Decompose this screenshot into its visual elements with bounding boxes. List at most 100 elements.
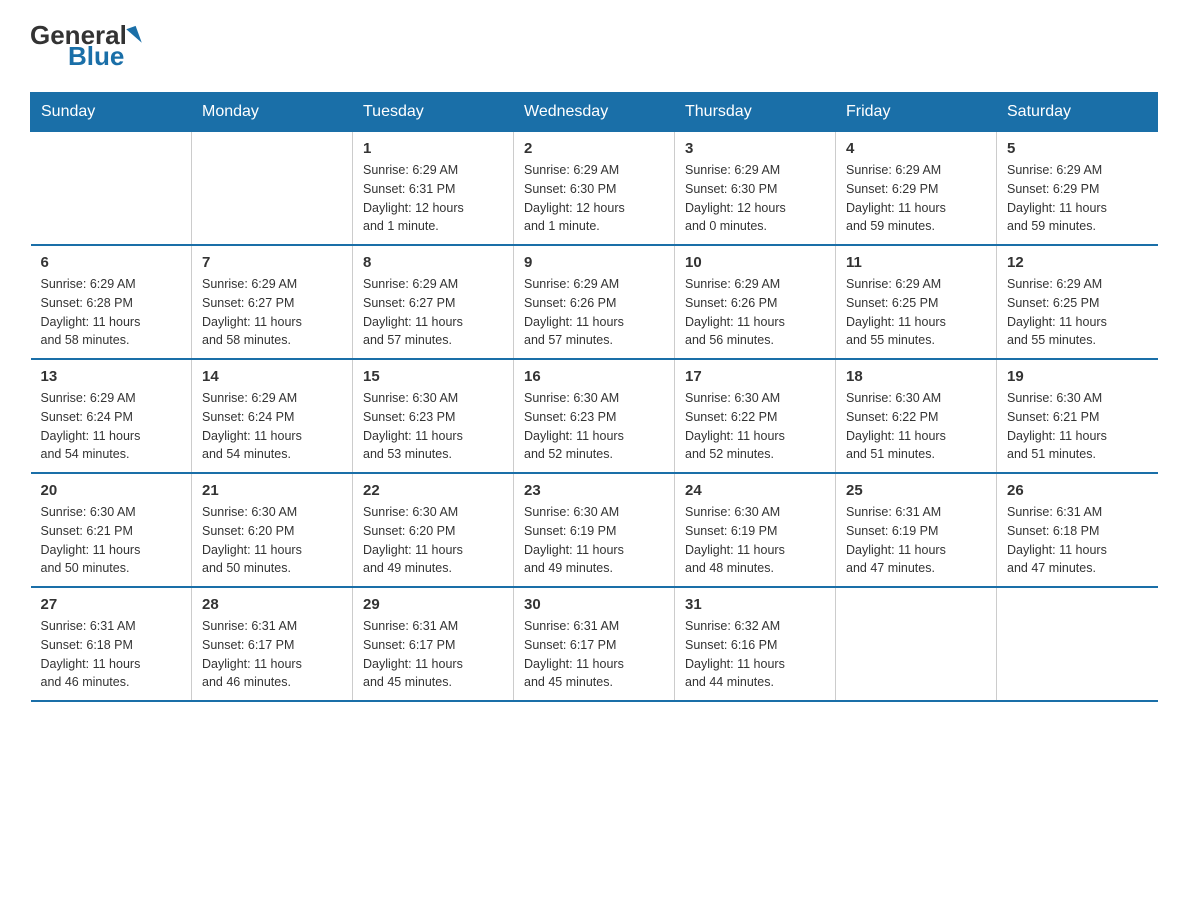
day-info: Sunrise: 6:29 AMSunset: 6:29 PMDaylight:… bbox=[1007, 161, 1148, 236]
day-number: 1 bbox=[363, 140, 503, 157]
day-number: 21 bbox=[202, 482, 342, 499]
day-info: Sunrise: 6:29 AMSunset: 6:27 PMDaylight:… bbox=[363, 275, 503, 350]
weekday-header-thursday: Thursday bbox=[675, 93, 836, 132]
day-number: 31 bbox=[685, 596, 825, 613]
calendar-cell: 27Sunrise: 6:31 AMSunset: 6:18 PMDayligh… bbox=[31, 587, 192, 701]
day-number: 26 bbox=[1007, 482, 1148, 499]
day-info: Sunrise: 6:29 AMSunset: 6:26 PMDaylight:… bbox=[685, 275, 825, 350]
day-info: Sunrise: 6:29 AMSunset: 6:24 PMDaylight:… bbox=[202, 389, 342, 464]
calendar-cell: 7 Sunrise: 6:29 AMSunset: 6:27 PMDaylight… bbox=[192, 245, 353, 359]
calendar-cell: 2Sunrise: 6:29 AMSunset: 6:30 PMDaylight… bbox=[514, 132, 675, 246]
day-info: Sunrise: 6:29 AMSunset: 6:30 PMDaylight:… bbox=[685, 161, 825, 236]
day-info: Sunrise: 6:29 AMSunset: 6:25 PMDaylight:… bbox=[1007, 275, 1148, 350]
weekday-header-wednesday: Wednesday bbox=[514, 93, 675, 132]
day-number: 13 bbox=[41, 368, 182, 385]
day-number: 24 bbox=[685, 482, 825, 499]
calendar-cell: 29 Sunrise: 6:31 AMSunset: 6:17 PMDayligh… bbox=[353, 587, 514, 701]
weekday-row: SundayMondayTuesdayWednesdayThursdayFrid… bbox=[31, 93, 1158, 132]
calendar-cell: 28 Sunrise: 6:31 AMSunset: 6:17 PMDayligh… bbox=[192, 587, 353, 701]
day-info: Sunrise: 6:30 AMSunset: 6:19 PMDaylight:… bbox=[685, 503, 825, 578]
calendar-table: SundayMondayTuesdayWednesdayThursdayFrid… bbox=[30, 92, 1158, 702]
calendar-cell: 10 Sunrise: 6:29 AMSunset: 6:26 PMDayligh… bbox=[675, 245, 836, 359]
day-number: 29 bbox=[363, 596, 503, 613]
calendar-cell bbox=[836, 587, 997, 701]
calendar-cell: 22 Sunrise: 6:30 AMSunset: 6:20 PMDayligh… bbox=[353, 473, 514, 587]
calendar-cell: 11 Sunrise: 6:29 AMSunset: 6:25 PMDayligh… bbox=[836, 245, 997, 359]
day-number: 18 bbox=[846, 368, 986, 385]
calendar-cell: 31 Sunrise: 6:32 AMSunset: 6:16 PMDayligh… bbox=[675, 587, 836, 701]
day-info: Sunrise: 6:30 AMSunset: 6:22 PMDaylight:… bbox=[685, 389, 825, 464]
day-info: Sunrise: 6:29 AMSunset: 6:28 PMDaylight:… bbox=[41, 275, 182, 350]
week-row-4: 20Sunrise: 6:30 AMSunset: 6:21 PMDayligh… bbox=[31, 473, 1158, 587]
day-number: 4 bbox=[846, 140, 986, 157]
calendar-cell: 13 Sunrise: 6:29 AMSunset: 6:24 PMDayligh… bbox=[31, 359, 192, 473]
day-info: Sunrise: 6:29 AMSunset: 6:29 PMDaylight:… bbox=[846, 161, 986, 236]
calendar-cell: 24 Sunrise: 6:30 AMSunset: 6:19 PMDayligh… bbox=[675, 473, 836, 587]
day-number: 20 bbox=[41, 482, 182, 499]
calendar-cell bbox=[192, 132, 353, 246]
day-number: 14 bbox=[202, 368, 342, 385]
day-number: 17 bbox=[685, 368, 825, 385]
weekday-header-tuesday: Tuesday bbox=[353, 93, 514, 132]
calendar-cell: 8 Sunrise: 6:29 AMSunset: 6:27 PMDaylight… bbox=[353, 245, 514, 359]
weekday-header-saturday: Saturday bbox=[997, 93, 1158, 132]
day-info: Sunrise: 6:30 AMSunset: 6:22 PMDaylight:… bbox=[846, 389, 986, 464]
logo-triangle-icon bbox=[126, 25, 142, 45]
day-info: Sunrise: 6:29 AMSunset: 6:31 PMDaylight:… bbox=[363, 161, 503, 236]
calendar-cell: 5 Sunrise: 6:29 AMSunset: 6:29 PMDaylight… bbox=[997, 132, 1158, 246]
day-info: Sunrise: 6:31 AMSunset: 6:18 PMDaylight:… bbox=[1007, 503, 1148, 578]
calendar-cell: 19Sunrise: 6:30 AMSunset: 6:21 PMDayligh… bbox=[997, 359, 1158, 473]
day-number: 2 bbox=[524, 140, 664, 157]
day-info: Sunrise: 6:30 AMSunset: 6:20 PMDaylight:… bbox=[363, 503, 503, 578]
weekday-header-sunday: Sunday bbox=[31, 93, 192, 132]
day-number: 27 bbox=[41, 596, 182, 613]
day-info: Sunrise: 6:30 AMSunset: 6:19 PMDaylight:… bbox=[524, 503, 664, 578]
day-info: Sunrise: 6:29 AMSunset: 6:24 PMDaylight:… bbox=[41, 389, 182, 464]
day-number: 11 bbox=[846, 254, 986, 271]
day-info: Sunrise: 6:29 AMSunset: 6:26 PMDaylight:… bbox=[524, 275, 664, 350]
day-info: Sunrise: 6:30 AMSunset: 6:23 PMDaylight:… bbox=[363, 389, 503, 464]
calendar-cell: 18 Sunrise: 6:30 AMSunset: 6:22 PMDayligh… bbox=[836, 359, 997, 473]
day-info: Sunrise: 6:31 AMSunset: 6:17 PMDaylight:… bbox=[524, 617, 664, 692]
calendar-cell: 1 Sunrise: 6:29 AMSunset: 6:31 PMDaylight… bbox=[353, 132, 514, 246]
day-number: 5 bbox=[1007, 140, 1148, 157]
day-info: Sunrise: 6:32 AMSunset: 6:16 PMDaylight:… bbox=[685, 617, 825, 692]
day-info: Sunrise: 6:29 AMSunset: 6:25 PMDaylight:… bbox=[846, 275, 986, 350]
calendar-header: SundayMondayTuesdayWednesdayThursdayFrid… bbox=[31, 93, 1158, 132]
day-number: 23 bbox=[524, 482, 664, 499]
day-number: 19 bbox=[1007, 368, 1148, 385]
day-number: 7 bbox=[202, 254, 342, 271]
calendar-cell: 25Sunrise: 6:31 AMSunset: 6:19 PMDayligh… bbox=[836, 473, 997, 587]
day-number: 25 bbox=[846, 482, 986, 499]
day-number: 22 bbox=[363, 482, 503, 499]
logo-blue-text: Blue bbox=[68, 41, 124, 72]
day-number: 3 bbox=[685, 140, 825, 157]
day-number: 10 bbox=[685, 254, 825, 271]
calendar-cell: 14 Sunrise: 6:29 AMSunset: 6:24 PMDayligh… bbox=[192, 359, 353, 473]
day-info: Sunrise: 6:30 AMSunset: 6:23 PMDaylight:… bbox=[524, 389, 664, 464]
day-number: 30 bbox=[524, 596, 664, 613]
calendar-cell: 30 Sunrise: 6:31 AMSunset: 6:17 PMDayligh… bbox=[514, 587, 675, 701]
day-number: 9 bbox=[524, 254, 664, 271]
day-number: 8 bbox=[363, 254, 503, 271]
day-info: Sunrise: 6:29 AMSunset: 6:27 PMDaylight:… bbox=[202, 275, 342, 350]
calendar-cell: 15Sunrise: 6:30 AMSunset: 6:23 PMDayligh… bbox=[353, 359, 514, 473]
week-row-2: 6 Sunrise: 6:29 AMSunset: 6:28 PMDaylight… bbox=[31, 245, 1158, 359]
page-header: General Blue bbox=[30, 20, 1158, 72]
day-info: Sunrise: 6:31 AMSunset: 6:17 PMDaylight:… bbox=[202, 617, 342, 692]
day-info: Sunrise: 6:30 AMSunset: 6:20 PMDaylight:… bbox=[202, 503, 342, 578]
week-row-3: 13 Sunrise: 6:29 AMSunset: 6:24 PMDayligh… bbox=[31, 359, 1158, 473]
day-number: 12 bbox=[1007, 254, 1148, 271]
day-number: 16 bbox=[524, 368, 664, 385]
day-number: 6 bbox=[41, 254, 182, 271]
week-row-5: 27Sunrise: 6:31 AMSunset: 6:18 PMDayligh… bbox=[31, 587, 1158, 701]
calendar-cell: 9 Sunrise: 6:29 AMSunset: 6:26 PMDaylight… bbox=[514, 245, 675, 359]
weekday-header-monday: Monday bbox=[192, 93, 353, 132]
calendar-cell bbox=[997, 587, 1158, 701]
day-number: 28 bbox=[202, 596, 342, 613]
day-info: Sunrise: 6:31 AMSunset: 6:17 PMDaylight:… bbox=[363, 617, 503, 692]
logo: General Blue bbox=[30, 20, 141, 72]
calendar-cell: 16 Sunrise: 6:30 AMSunset: 6:23 PMDayligh… bbox=[514, 359, 675, 473]
calendar-cell: 12 Sunrise: 6:29 AMSunset: 6:25 PMDayligh… bbox=[997, 245, 1158, 359]
calendar-cell: 17 Sunrise: 6:30 AMSunset: 6:22 PMDayligh… bbox=[675, 359, 836, 473]
